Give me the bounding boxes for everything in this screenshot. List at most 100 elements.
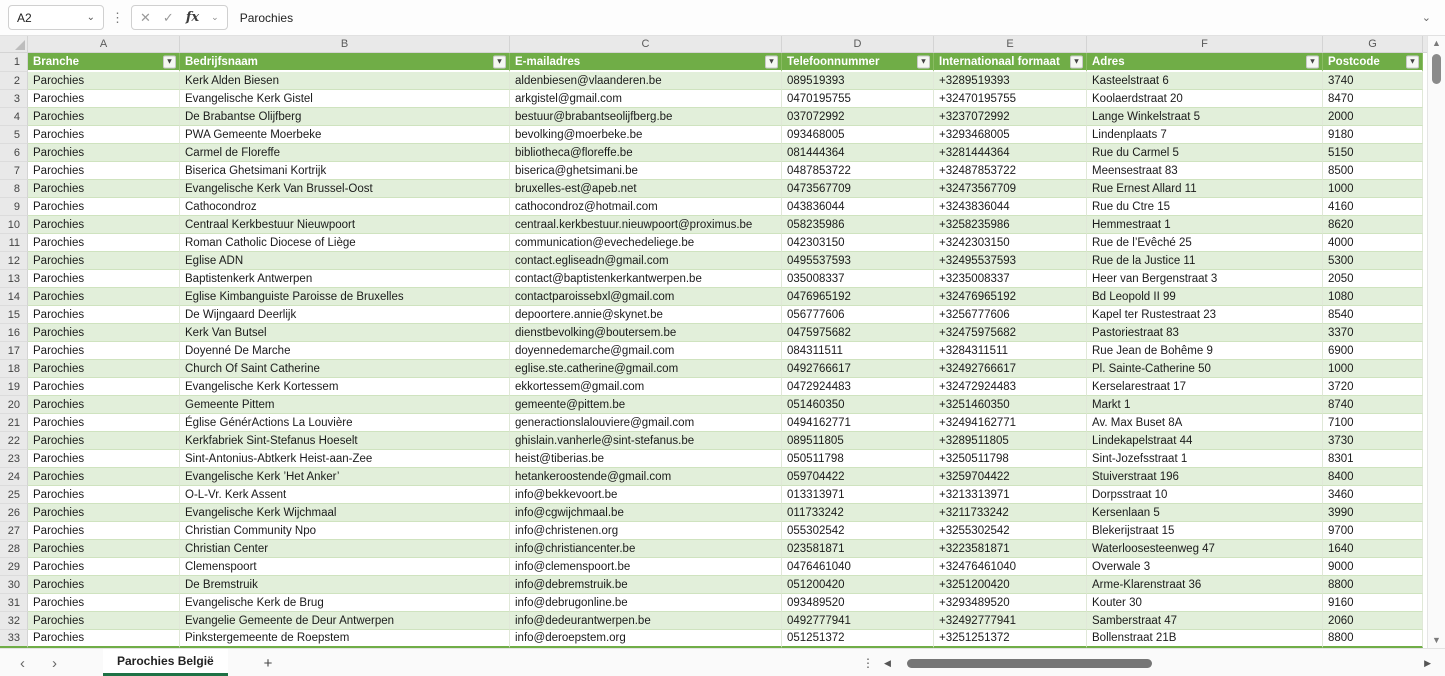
row-number[interactable]: 33 bbox=[0, 630, 28, 648]
row-number[interactable]: 32 bbox=[0, 612, 28, 630]
cell-telefoonnummer[interactable]: 0492777941 bbox=[782, 612, 934, 630]
row-number[interactable]: 12 bbox=[0, 252, 28, 270]
cell-internationaal-formaat[interactable]: +32475975682 bbox=[934, 324, 1087, 342]
cell-emailadres[interactable]: info@christiancenter.be bbox=[510, 540, 782, 558]
row-number[interactable]: 15 bbox=[0, 306, 28, 324]
cell-telefoonnummer[interactable]: 0476965192 bbox=[782, 288, 934, 306]
filter-button[interactable]: ▾ bbox=[1070, 55, 1083, 68]
cell-telefoonnummer[interactable]: 093489520 bbox=[782, 594, 934, 612]
cell-telefoonnummer[interactable]: 043836044 bbox=[782, 198, 934, 216]
row-number[interactable]: 9 bbox=[0, 198, 28, 216]
cell-telefoonnummer[interactable]: 0473567709 bbox=[782, 180, 934, 198]
cell-telefoonnummer[interactable]: 051460350 bbox=[782, 396, 934, 414]
cell-internationaal-formaat[interactable]: +32470195755 bbox=[934, 90, 1087, 108]
cell-internationaal-formaat[interactable]: +3255302542 bbox=[934, 522, 1087, 540]
cell-bedrijfsnaam[interactable]: O-L-Vr. Kerk Assent bbox=[180, 486, 510, 504]
row-number[interactable]: 13 bbox=[0, 270, 28, 288]
cell-emailadres[interactable]: doyennedemarche@gmail.com bbox=[510, 342, 782, 360]
cell-branche[interactable]: Parochies bbox=[28, 162, 180, 180]
cell-postcode[interactable]: 1640 bbox=[1323, 540, 1423, 558]
cell-branche[interactable]: Parochies bbox=[28, 342, 180, 360]
cell-bedrijfsnaam[interactable]: Biserica Ghetsimani Kortrijk bbox=[180, 162, 510, 180]
scroll-left-icon[interactable]: ◀ bbox=[884, 658, 891, 669]
row-number[interactable]: 5 bbox=[0, 126, 28, 144]
cancel-icon[interactable]: ✕ bbox=[140, 11, 151, 24]
row-number[interactable]: 6 bbox=[0, 144, 28, 162]
sheet-nav-next-icon[interactable]: › bbox=[52, 649, 57, 676]
column-header-f[interactable]: F bbox=[1087, 36, 1323, 52]
table-header-adres[interactable]: Adres▾ bbox=[1087, 53, 1323, 72]
insert-function-icon[interactable]: fx bbox=[186, 10, 199, 25]
cell-adres[interactable]: Lange Winkelstraat 5 bbox=[1087, 108, 1323, 126]
cell-postcode[interactable]: 3370 bbox=[1323, 324, 1423, 342]
table-header-internationaal-formaat[interactable]: Internationaal formaat▾ bbox=[934, 53, 1087, 72]
cell-telefoonnummer[interactable]: 051251372 bbox=[782, 630, 934, 648]
cell-internationaal-formaat[interactable]: +32476965192 bbox=[934, 288, 1087, 306]
cell-emailadres[interactable]: bruxelles-est@apeb.net bbox=[510, 180, 782, 198]
cell-adres[interactable]: Rue Jean de Bohême 9 bbox=[1087, 342, 1323, 360]
cell-adres[interactable]: Kasteelstraat 6 bbox=[1087, 72, 1323, 90]
cell-telefoonnummer[interactable]: 0494162771 bbox=[782, 414, 934, 432]
cell-branche[interactable]: Parochies bbox=[28, 108, 180, 126]
cell-branche[interactable]: Parochies bbox=[28, 234, 180, 252]
cell-postcode[interactable]: 7100 bbox=[1323, 414, 1423, 432]
cell-bedrijfsnaam[interactable]: Evangelische Kerk Kortessem bbox=[180, 378, 510, 396]
cell-adres[interactable]: Hemmestraat 1 bbox=[1087, 216, 1323, 234]
sheet-tab-parochies-belgie[interactable]: Parochies België bbox=[103, 649, 228, 676]
cell-postcode[interactable]: 5300 bbox=[1323, 252, 1423, 270]
cell-telefoonnummer[interactable]: 042303150 bbox=[782, 234, 934, 252]
cell-postcode[interactable]: 3730 bbox=[1323, 432, 1423, 450]
cell-bedrijfsnaam[interactable]: Pinkstergemeente de Roepstem bbox=[180, 630, 510, 648]
cell-emailadres[interactable]: biserica@ghetsimani.be bbox=[510, 162, 782, 180]
filter-button[interactable]: ▾ bbox=[163, 55, 176, 68]
cell-emailadres[interactable]: info@debrugonline.be bbox=[510, 594, 782, 612]
cell-internationaal-formaat[interactable]: +3237072992 bbox=[934, 108, 1087, 126]
cell-branche[interactable]: Parochies bbox=[28, 126, 180, 144]
column-header-b[interactable]: B bbox=[180, 36, 510, 52]
cell-telefoonnummer[interactable]: 093468005 bbox=[782, 126, 934, 144]
cell-bedrijfsnaam[interactable]: Kerk Alden Biesen bbox=[180, 72, 510, 90]
cell-adres[interactable]: Sint-Jozefsstraat 1 bbox=[1087, 450, 1323, 468]
horizontal-scrollbar[interactable]: ◀ ▶ bbox=[884, 649, 1431, 676]
cell-emailadres[interactable]: contact.egliseadn@gmail.com bbox=[510, 252, 782, 270]
cell-telefoonnummer[interactable]: 035008337 bbox=[782, 270, 934, 288]
cell-bedrijfsnaam[interactable]: Kerkfabriek Sint-Stefanus Hoeselt bbox=[180, 432, 510, 450]
cell-telefoonnummer[interactable]: 0472924483 bbox=[782, 378, 934, 396]
cell-bedrijfsnaam[interactable]: PWA Gemeente Moerbeke bbox=[180, 126, 510, 144]
filter-button[interactable]: ▾ bbox=[1306, 55, 1319, 68]
cell-bedrijfsnaam[interactable]: Baptistenkerk Antwerpen bbox=[180, 270, 510, 288]
cell-telefoonnummer[interactable]: 0470195755 bbox=[782, 90, 934, 108]
cell-adres[interactable]: Overwale 3 bbox=[1087, 558, 1323, 576]
cell-internationaal-formaat[interactable]: +3293489520 bbox=[934, 594, 1087, 612]
table-header-bedrijfsnaam[interactable]: Bedrijfsnaam▾ bbox=[180, 53, 510, 72]
cell-emailadres[interactable]: dienstbevolking@boutersem.be bbox=[510, 324, 782, 342]
vertical-scrollbar[interactable]: ▲ ▼ bbox=[1427, 36, 1445, 648]
cell-postcode[interactable]: 8540 bbox=[1323, 306, 1423, 324]
cell-adres[interactable]: Koolaerdstraat 20 bbox=[1087, 90, 1323, 108]
cell-adres[interactable]: Heer van Bergenstraat 3 bbox=[1087, 270, 1323, 288]
cell-internationaal-formaat[interactable]: +3251200420 bbox=[934, 576, 1087, 594]
cell-emailadres[interactable]: ghislain.vanherle@sint-stefanus.be bbox=[510, 432, 782, 450]
cell-adres[interactable]: Pastoriestraat 83 bbox=[1087, 324, 1323, 342]
table-header-emailadres[interactable]: E-mailadres▾ bbox=[510, 53, 782, 72]
cell-internationaal-formaat[interactable]: +3281444364 bbox=[934, 144, 1087, 162]
cell-internationaal-formaat[interactable]: +3259704422 bbox=[934, 468, 1087, 486]
cell-telefoonnummer[interactable]: 058235986 bbox=[782, 216, 934, 234]
cell-postcode[interactable]: 8800 bbox=[1323, 630, 1423, 648]
cell-bedrijfsnaam[interactable]: Gemeente Pittem bbox=[180, 396, 510, 414]
cell-emailadres[interactable]: bibliotheca@floreffe.be bbox=[510, 144, 782, 162]
cell-emailadres[interactable]: gemeente@pittem.be bbox=[510, 396, 782, 414]
name-box[interactable]: A2 ⌄ bbox=[8, 5, 104, 30]
cell-postcode[interactable]: 3740 bbox=[1323, 72, 1423, 90]
cell-emailadres[interactable]: generactionslalouviere@gmail.com bbox=[510, 414, 782, 432]
cell-emailadres[interactable]: bevolking@moerbeke.be bbox=[510, 126, 782, 144]
row-number[interactable]: 22 bbox=[0, 432, 28, 450]
cell-emailadres[interactable]: info@cgwijchmaal.be bbox=[510, 504, 782, 522]
cell-postcode[interactable]: 8740 bbox=[1323, 396, 1423, 414]
cell-bedrijfsnaam[interactable]: De Bremstruik bbox=[180, 576, 510, 594]
cell-adres[interactable]: Rue Ernest Allard 11 bbox=[1087, 180, 1323, 198]
cell-bedrijfsnaam[interactable]: Sint-Antonius-Abtkerk Heist-aan-Zee bbox=[180, 450, 510, 468]
cell-adres[interactable]: Meensestraat 83 bbox=[1087, 162, 1323, 180]
cell-adres[interactable]: Rue du Ctre 15 bbox=[1087, 198, 1323, 216]
row-number[interactable]: 28 bbox=[0, 540, 28, 558]
